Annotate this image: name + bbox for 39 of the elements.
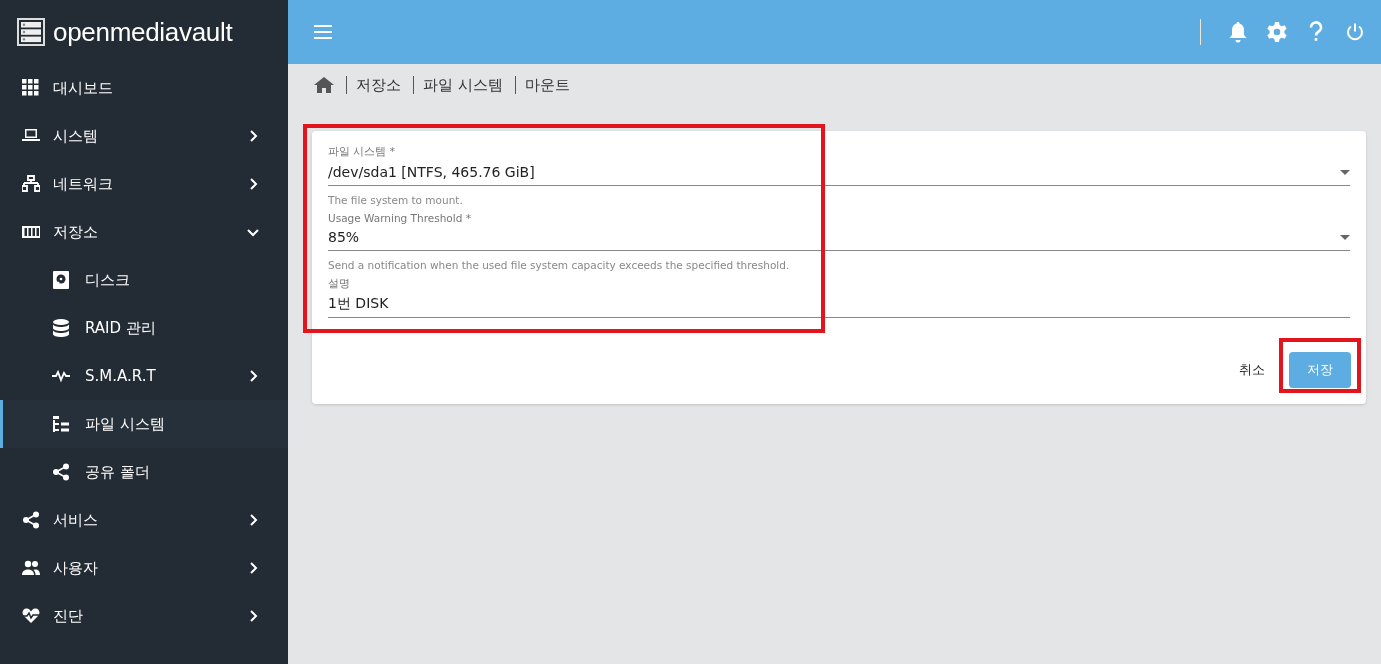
sidebar-item[interactable]: 저장소 (0, 208, 288, 256)
sidebar-item[interactable]: RAID 관리 (0, 304, 288, 352)
input-field[interactable]: 1번 DISK (328, 296, 1350, 312)
cancel-button[interactable]: 취소 (1227, 353, 1277, 387)
select-field[interactable]: 85% (328, 224, 1350, 251)
sidebar-item[interactable]: 시스템 (0, 112, 288, 160)
sidebar-item[interactable]: 진단 (0, 592, 288, 640)
sidebar-item[interactable]: 대시보드 (0, 64, 288, 112)
field-label: 파일 시스템 * (328, 145, 396, 159)
field-hint: Send a notification when the used file system capacity exceeds the specified threshold. (328, 259, 791, 271)
sidebar-item[interactable]: 사용자 (0, 544, 288, 592)
field-hint: The file system to mount. (328, 194, 464, 206)
grid-icon (22, 79, 40, 97)
heart-pulse-icon (22, 607, 40, 625)
sidebar-item[interactable]: 공유 폴더 (0, 448, 288, 496)
breadcrumb-link[interactable]: 마운트 (524, 75, 570, 95)
field-label: 설명 (328, 277, 351, 291)
sidebar-item[interactable]: 네트워크 (0, 160, 288, 208)
sidebar-item[interactable]: 디스크 (0, 256, 288, 304)
share-icon (22, 511, 40, 529)
sidebar-item[interactable]: 서비스 (0, 496, 288, 544)
settings-button[interactable] (1265, 20, 1289, 44)
network-icon (22, 175, 40, 193)
server-logo-icon (17, 18, 45, 46)
breadcrumb-link[interactable]: 파일 시스템 (423, 75, 503, 95)
sidebar-item[interactable]: 파일 시스템 (0, 400, 288, 448)
select-field[interactable]: /dev/sda1 [NTFS, 465.76 GiB] (328, 159, 1350, 186)
sidebar-item[interactable]: S.M.A.R.T (0, 352, 288, 400)
storage-icon (22, 223, 40, 241)
brand-name: openmediavault (53, 16, 233, 48)
database-icon (52, 319, 70, 337)
breadcrumb-link[interactable]: 저장소 (356, 75, 401, 95)
field-label: Usage Warning Threshold * (328, 212, 472, 224)
home-icon[interactable] (314, 76, 334, 94)
users-icon (22, 559, 40, 577)
share-icon (52, 463, 70, 481)
dropdown-arrow-icon (1340, 169, 1350, 175)
dropdown-arrow-icon (1340, 234, 1350, 240)
tree-icon (52, 415, 70, 433)
